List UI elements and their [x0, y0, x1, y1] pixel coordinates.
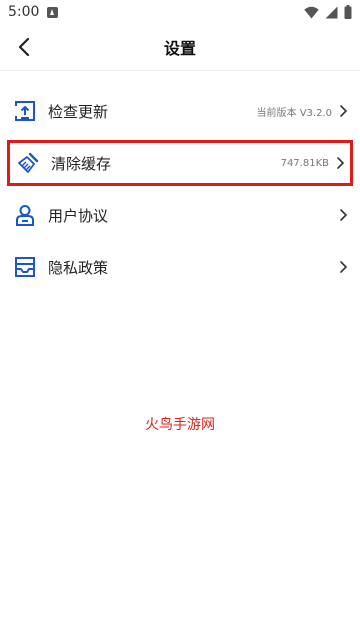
chevron-right-icon: [340, 105, 348, 117]
watermark-text: 火鸟手游网: [145, 417, 215, 433]
menu-label: 用户协议: [48, 206, 109, 225]
version-text: 当前版本 V3.2.0: [256, 107, 332, 119]
wifi-icon: [304, 6, 319, 18]
back-button[interactable]: [10, 32, 38, 62]
clear-cache-item[interactable]: 清除缓存 747.81KB: [7, 140, 353, 186]
user-icon: [16, 205, 34, 226]
menu-label: 清除缓存: [51, 154, 112, 173]
broom-icon: [18, 152, 39, 173]
chevron-right-icon: [340, 209, 348, 221]
page-title: 设置: [163, 39, 196, 58]
inbox-icon: [15, 257, 35, 277]
chevron-right-icon: [340, 261, 348, 273]
upload-icon: [15, 101, 35, 121]
cache-size-text: 747.81KB: [280, 157, 329, 169]
settings-menu: 检查更新 当前版本 V3.2.0 清除缓存 747.81KB 用户协议 隐私政策: [0, 85, 360, 293]
chevron-right-icon: [337, 157, 345, 169]
user-agreement-item[interactable]: 用户协议: [0, 189, 360, 241]
signal-icon: [325, 6, 338, 18]
chevron-left-icon: [18, 37, 30, 57]
menu-label: 隐私政策: [48, 258, 109, 277]
status-time: 5:00: [8, 4, 40, 20]
notification-app-icon: [47, 6, 59, 18]
battery-icon: [344, 5, 352, 19]
menu-label: 检查更新: [48, 102, 109, 121]
privacy-policy-item[interactable]: 隐私政策: [0, 241, 360, 293]
check-update-item[interactable]: 检查更新 当前版本 V3.2.0: [0, 85, 360, 137]
status-bar: 5:00: [0, 0, 360, 24]
top-app-bar: 设置: [0, 24, 360, 71]
